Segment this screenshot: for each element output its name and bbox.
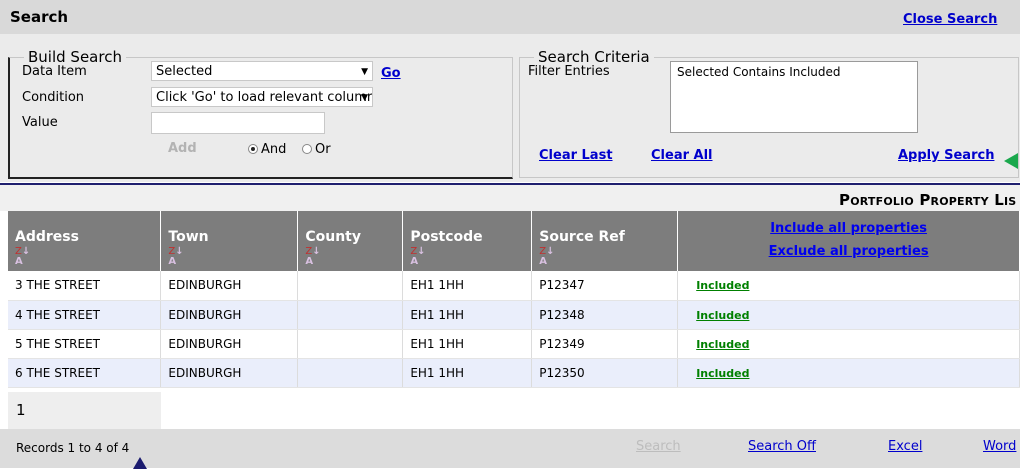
- column-header-label: Address: [15, 229, 79, 245]
- clear-last-link[interactable]: Clear Last: [539, 148, 613, 163]
- table-header-row: Address Z↓ A Town Z↓ A County Z↓ A Postcode Z↓ A…: [8, 211, 1020, 271]
- column-header-source-ref[interactable]: Source Ref Z↓ A: [531, 211, 679, 271]
- search-footer-link[interactable]: Search: [636, 439, 681, 454]
- column-header-label: Postcode: [410, 229, 483, 245]
- cell-town: EDINBURGH: [160, 300, 299, 330]
- cell-address: 3 THE STREET: [8, 271, 162, 301]
- and-radio-label: And: [261, 142, 287, 157]
- exclude-all-link[interactable]: Exclude all properties: [678, 244, 1019, 259]
- go-button[interactable]: Go: [381, 66, 401, 81]
- word-export-link[interactable]: Word: [983, 439, 1016, 454]
- add-button[interactable]: Add: [168, 141, 197, 156]
- data-item-label: Data Item: [22, 64, 87, 79]
- footer-bar: Records 1 to 4 of 4 Search Search Off Ex…: [0, 429, 1020, 469]
- column-header-include-controls: Include all properties Exclude all prope…: [677, 211, 1020, 271]
- cell-town: EDINBURGH: [160, 358, 299, 388]
- included-toggle-link[interactable]: Included: [696, 309, 749, 322]
- cell-county: [297, 329, 404, 359]
- condition-select[interactable]: Click 'Go' to load relevant columr ▼: [151, 87, 373, 107]
- filter-entries-list[interactable]: Selected Contains Included: [670, 61, 918, 133]
- cell-town: EDINBURGH: [160, 329, 299, 359]
- and-radio[interactable]: And: [248, 142, 286, 157]
- column-header-postcode[interactable]: Postcode Z↓ A: [402, 211, 533, 271]
- included-toggle-link[interactable]: Included: [696, 338, 749, 351]
- data-item-select-value: Selected: [156, 64, 213, 79]
- column-header-label: Town: [168, 229, 209, 245]
- or-radio[interactable]: Or: [302, 142, 331, 157]
- close-search-link[interactable]: Close Search: [903, 12, 997, 27]
- cell-address: 6 THE STREET: [8, 358, 162, 388]
- cell-postcode: EH1 1HH: [402, 300, 533, 330]
- cell-address: 4 THE STREET: [8, 300, 162, 330]
- include-all-link[interactable]: Include all properties: [678, 221, 1019, 236]
- table-row[interactable]: 3 THE STREET EDINBURGH EH1 1HH P12347 In…: [8, 271, 1020, 301]
- filter-entry[interactable]: Selected Contains Included: [677, 65, 911, 79]
- cell-source-ref: P12349: [531, 329, 679, 359]
- cell-source-ref: P12348: [531, 300, 679, 330]
- table-row[interactable]: 4 THE STREET EDINBURGH EH1 1HH P12348 In…: [8, 300, 1020, 330]
- clear-all-link[interactable]: Clear All: [651, 148, 713, 163]
- cell-postcode: EH1 1HH: [402, 329, 533, 359]
- property-table: Address Z↓ A Town Z↓ A County Z↓ A Postcode Z↓ A…: [8, 211, 1020, 388]
- chevron-down-icon: ▼: [361, 93, 368, 103]
- cell-status: Included: [677, 300, 1020, 330]
- included-toggle-link[interactable]: Included: [696, 279, 749, 292]
- data-item-select[interactable]: Selected ▼: [151, 61, 373, 81]
- column-header-county[interactable]: County Z↓ A: [297, 211, 404, 271]
- cell-address: 5 THE STREET: [8, 329, 162, 359]
- sort-az-icon[interactable]: Z↓ A: [410, 247, 531, 267]
- chevron-down-icon: ▼: [361, 67, 368, 77]
- cell-county: [297, 358, 404, 388]
- cell-status: Included: [677, 329, 1020, 359]
- column-header-town[interactable]: Town Z↓ A: [160, 211, 299, 271]
- cell-town: EDINBURGH: [160, 271, 299, 301]
- column-header-label: County: [305, 229, 362, 245]
- condition-label: Condition: [22, 90, 85, 105]
- sort-az-icon[interactable]: Z↓ A: [539, 247, 677, 267]
- cell-county: [297, 300, 404, 330]
- radio-selected-icon: [248, 144, 258, 154]
- page-number-button[interactable]: 1: [8, 392, 161, 429]
- sort-az-icon[interactable]: Z↓ A: [168, 247, 297, 267]
- search-title: Search: [10, 8, 69, 26]
- value-label: Value: [22, 115, 58, 130]
- search-header-bar: Search Close Search: [0, 0, 1020, 34]
- sort-az-icon[interactable]: Z↓ A: [305, 247, 402, 267]
- filter-entries-label: Filter Entries: [528, 64, 610, 79]
- portfolio-title-bar: Portfolio Property Lis: [0, 185, 1020, 211]
- cell-source-ref: P12350: [531, 358, 679, 388]
- sort-az-icon[interactable]: Z↓ A: [15, 247, 160, 267]
- column-header-address[interactable]: Address Z↓ A: [8, 211, 162, 271]
- cell-postcode: EH1 1HH: [402, 358, 533, 388]
- column-header-label: Source Ref: [539, 229, 625, 245]
- cell-source-ref: P12347: [531, 271, 679, 301]
- condition-select-value: Click 'Go' to load relevant columr: [156, 90, 373, 105]
- portfolio-title: Portfolio Property Lis: [839, 191, 1017, 209]
- radio-unselected-icon: [302, 144, 312, 154]
- included-toggle-link[interactable]: Included: [696, 367, 749, 380]
- cell-status: Included: [677, 271, 1020, 301]
- excel-export-link[interactable]: Excel: [888, 439, 922, 454]
- value-input[interactable]: [151, 112, 325, 134]
- green-pointer-arrow-icon: [1004, 153, 1018, 169]
- cell-postcode: EH1 1HH: [402, 271, 533, 301]
- search-off-link[interactable]: Search Off: [748, 439, 816, 454]
- table-row[interactable]: 5 THE STREET EDINBURGH EH1 1HH P12349 In…: [8, 329, 1020, 359]
- cell-status: Included: [677, 358, 1020, 388]
- or-radio-label: Or: [315, 142, 331, 157]
- records-count: Records 1 to 4 of 4: [16, 441, 130, 455]
- table-row[interactable]: 6 THE STREET EDINBURGH EH1 1HH P12350 In…: [8, 358, 1020, 388]
- apply-search-link[interactable]: Apply Search: [898, 148, 994, 163]
- navy-pointer-arrow-icon: [133, 457, 147, 469]
- cell-county: [297, 271, 404, 301]
